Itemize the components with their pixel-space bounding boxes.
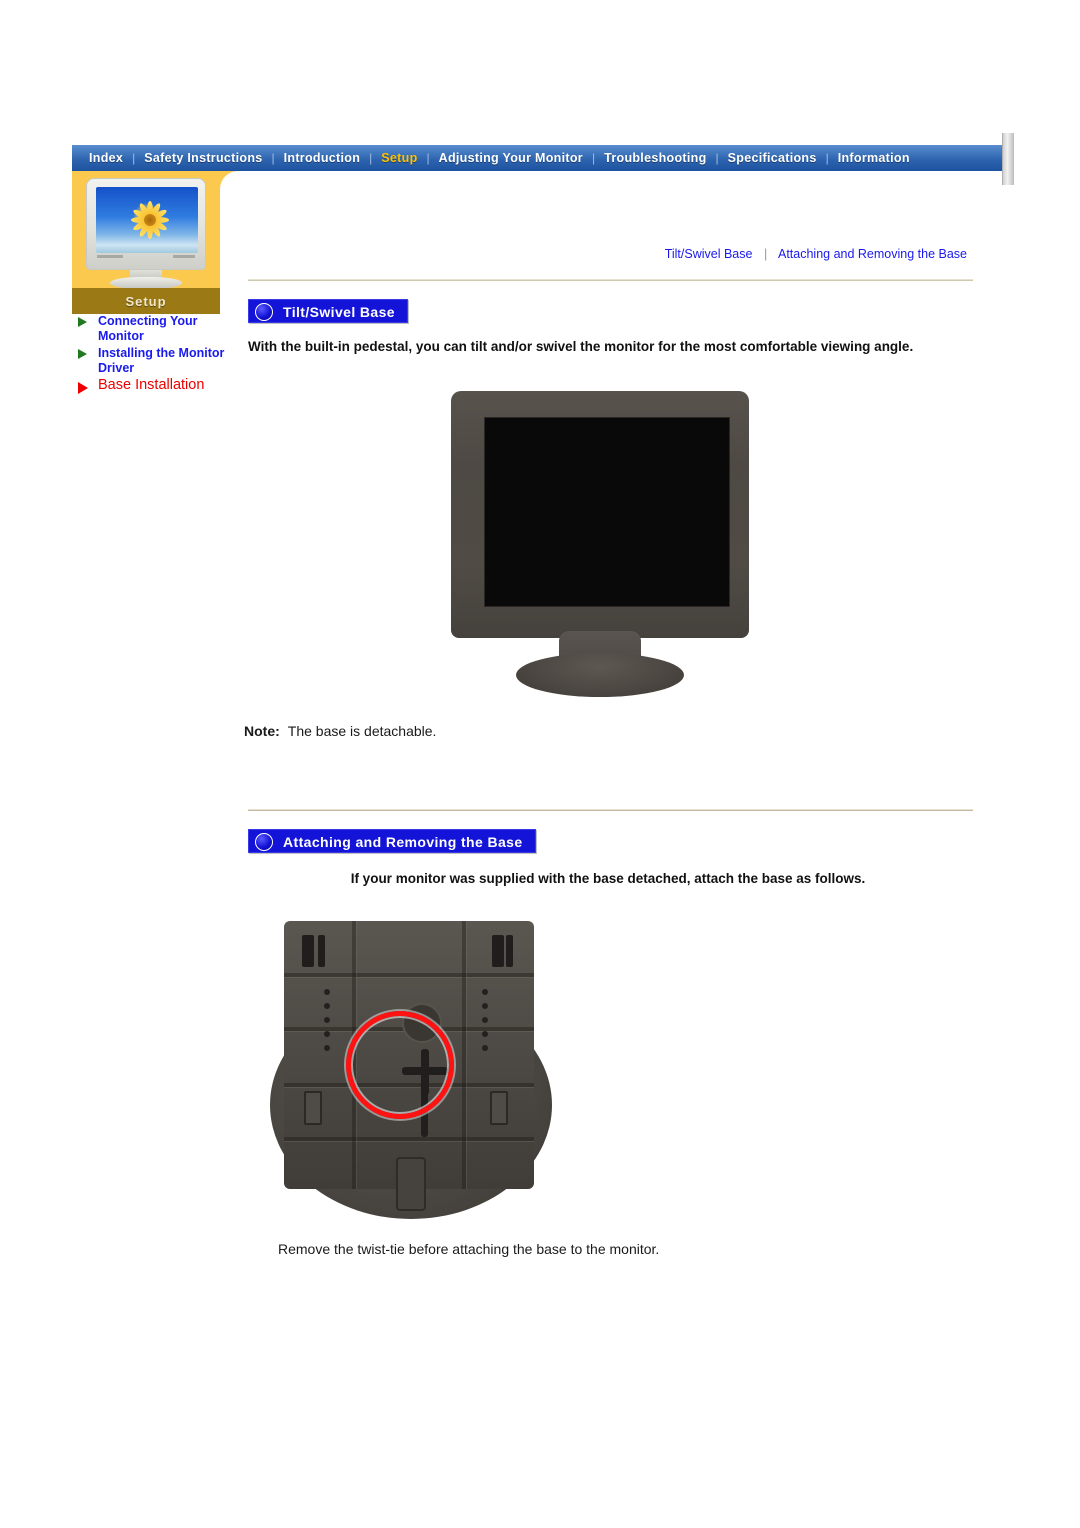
section-heading-tilt-swivel-base: Tilt/Swivel Base <box>248 299 408 323</box>
nav-item-troubleshooting[interactable]: Troubleshooting <box>597 151 713 165</box>
nav-item-introduction[interactable]: Introduction <box>277 151 368 165</box>
monitor-screen <box>484 417 730 607</box>
sidebar-item-label: Installing the Monitor Driver <box>98 346 225 375</box>
base-underside-illustration <box>262 913 562 1223</box>
sidebar-item-installing-the-monitor-driver[interactable]: Installing the Monitor Driver <box>74 346 234 376</box>
monitor-pedestal-base <box>516 653 684 697</box>
highlight-circle <box>346 1011 454 1119</box>
nav-separator: | <box>426 151 430 165</box>
arrow-right-icon <box>78 349 87 359</box>
base-figure <box>248 913 973 1233</box>
breadcrumb-link-attaching-and-removing-the-base[interactable]: Attaching and Removing the Base <box>778 247 967 261</box>
breadcrumb-link-tilt-swivel-base[interactable]: Tilt/Swivel Base <box>665 247 753 261</box>
tilt-section-body: With the built-in pedestal, you can tilt… <box>248 339 914 354</box>
breadcrumb-separator: | <box>763 247 768 261</box>
divider-middle <box>248 809 973 811</box>
sunflower-graphic <box>129 199 171 241</box>
top-navigation: Index | Safety Instructions | Introducti… <box>72 133 1014 185</box>
arrow-right-icon <box>78 382 88 394</box>
monitor-bezel <box>451 391 749 638</box>
nav-separator: | <box>715 151 719 165</box>
content-corner-notch <box>220 171 244 195</box>
nav-separator: | <box>271 151 275 165</box>
section-heading-attaching-and-removing-the-base: Attaching and Removing the Base <box>248 829 536 853</box>
nav-bar: Index | Safety Instructions | Introducti… <box>72 145 1002 171</box>
base-figure-caption: Remove the twist-tie before attaching th… <box>278 1241 660 1257</box>
nav-separator: | <box>591 151 596 165</box>
content-top-corner <box>220 171 1002 211</box>
divider-top <box>248 279 973 281</box>
nav-item-information[interactable]: Information <box>831 151 917 165</box>
section-heading-label: Tilt/Swivel Base <box>283 304 395 320</box>
section-heading-label: Attaching and Removing the Base <box>283 834 523 850</box>
nav-separator: | <box>825 151 829 165</box>
thumbnail-monitor-body <box>86 178 206 270</box>
thumbnail-model-mark <box>173 255 195 258</box>
help-page: Index | Safety Instructions | Introducti… <box>0 0 1080 1528</box>
note-text: The base is detachable. <box>287 723 437 739</box>
bullet-circle-icon <box>255 303 273 321</box>
nav-separator: | <box>132 151 136 165</box>
sidebar-item-label: Base Installation <box>98 377 205 393</box>
arrow-right-icon <box>78 317 87 327</box>
nav-separator: | <box>369 151 373 165</box>
nav-item-setup[interactable]: Setup <box>374 151 424 165</box>
nav-item-adjusting-your-monitor[interactable]: Adjusting Your Monitor <box>432 151 590 165</box>
sidebar-item-connecting-your-monitor[interactable]: Connecting Your Monitor <box>74 314 234 344</box>
sidebar-menu: Connecting Your Monitor Installing the M… <box>74 314 234 395</box>
nav-item-specifications[interactable]: Specifications <box>721 151 824 165</box>
attaching-section-body: If your monitor was supplied with the ba… <box>350 871 866 886</box>
thumbnail-brand-mark <box>97 255 123 258</box>
bullet-circle-icon <box>255 833 273 851</box>
main-content: Tilt/Swivel Base | Attaching and Removin… <box>244 211 973 1257</box>
sunflower-center <box>144 214 156 226</box>
sidebar-section-label: Setup <box>72 288 220 314</box>
base-bottom-tab <box>396 1157 426 1211</box>
nav-item-index[interactable]: Index <box>82 151 130 165</box>
monitor-illustration <box>446 391 756 697</box>
sidebar-item-label: Connecting Your Monitor <box>98 314 198 343</box>
setup-thumbnail-image <box>86 178 206 290</box>
sidebar-item-base-installation[interactable]: Base Installation <box>74 377 234 394</box>
breadcrumb: Tilt/Swivel Base | Attaching and Removin… <box>248 247 973 261</box>
monitor-figure <box>248 391 973 701</box>
thumbnail-monitor-screen <box>96 187 198 253</box>
nav-edge-tab <box>1002 133 1014 185</box>
note-label: Note: <box>244 723 280 739</box>
nav-item-safety-instructions[interactable]: Safety Instructions <box>137 151 269 165</box>
note-line: Note: The base is detachable. <box>244 723 973 739</box>
